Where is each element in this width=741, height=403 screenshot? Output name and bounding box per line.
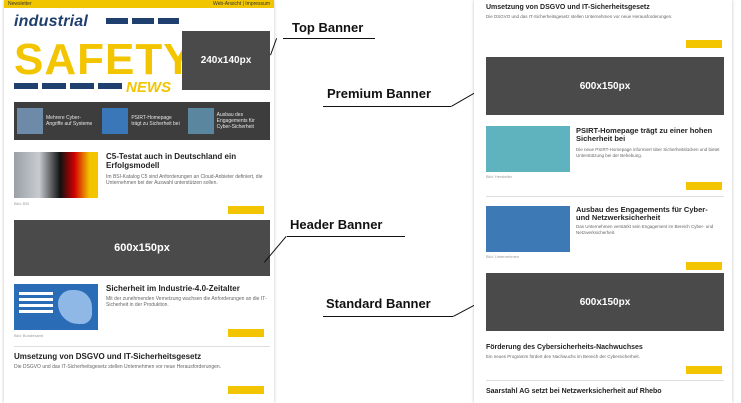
article-dsgvo: Umsetzung von DSGVO und IT-Sicherheitsge… bbox=[14, 352, 270, 400]
image-caption: Bild: Unternehmen bbox=[486, 254, 520, 259]
logo-stripe bbox=[98, 83, 122, 89]
logo-stripe bbox=[70, 83, 94, 89]
germany-map-icon bbox=[58, 290, 92, 324]
read-more-button[interactable] bbox=[686, 366, 722, 374]
logo-industrial: industrial bbox=[14, 13, 89, 30]
strip-thumbnail bbox=[102, 108, 129, 134]
article-body: Mit der zunehmenden Vernetzung wachsen d… bbox=[106, 296, 267, 308]
read-more-button[interactable] bbox=[228, 329, 264, 337]
label-top-banner: Top Banner bbox=[292, 20, 364, 35]
image-caption: Bild: BSI bbox=[14, 201, 30, 206]
newsletter-right: Umsetzung von DSGVO und IT-Sicherheitsge… bbox=[474, 0, 732, 403]
article-title[interactable]: PSIRT-Homepage trägt zu einer hohen Sich… bbox=[576, 127, 722, 143]
read-more-button[interactable] bbox=[686, 182, 722, 190]
callout-line bbox=[283, 38, 375, 39]
article-thumbnail[interactable] bbox=[14, 284, 98, 330]
image-caption: Bild: Hersteller bbox=[486, 174, 513, 179]
strip-item[interactable]: Mehrere Cyber-Angriffe auf Systeme bbox=[14, 102, 99, 140]
industrial-safety-logo: industrial SAFETY NEWS bbox=[14, 13, 193, 96]
image-caption: Bild: Bundesamt bbox=[14, 333, 44, 338]
divider bbox=[14, 346, 270, 347]
header-banner[interactable]: 600x150px bbox=[14, 220, 270, 276]
article-body: Im BSI-Katalog C5 sind Anforderungen an … bbox=[106, 174, 263, 186]
article-body: Die DSGVO und das IT-Sicherheitsgesetz s… bbox=[486, 14, 673, 19]
logo-safety: SAFETY bbox=[14, 35, 194, 84]
top-strip-right[interactable]: Web-Ansicht | Impressum bbox=[213, 0, 270, 8]
logo-stripe bbox=[42, 83, 66, 89]
article-strip: Mehrere Cyber-Angriffe auf Systeme PSIRT… bbox=[14, 102, 270, 140]
read-more-button[interactable] bbox=[228, 386, 264, 394]
label-standard-banner: Standard Banner bbox=[326, 296, 431, 311]
top-strip-left[interactable]: Newsletter bbox=[8, 0, 32, 8]
top-banner[interactable]: 240x140px bbox=[182, 31, 270, 90]
article-body: Die DSGVO und das IT-Sicherheitsgesetz s… bbox=[14, 364, 222, 370]
article-title[interactable]: C5-Testat auch in Deutschland ein Erfolg… bbox=[106, 152, 268, 170]
divider bbox=[486, 196, 724, 197]
article-body: Die neue PSIRT-Homepage informiert über … bbox=[576, 147, 720, 158]
thumbnail-text-lines bbox=[19, 292, 53, 295]
article-title[interactable]: Sicherheit im Industrie-4.0-Zeitalter bbox=[106, 284, 268, 293]
read-more-button[interactable] bbox=[686, 262, 722, 270]
divider bbox=[486, 380, 724, 381]
article-title[interactable]: Saarstahl AG setzt bei Netzwerksicherhei… bbox=[486, 388, 724, 395]
top-strip: Newsletter Web-Ansicht | Impressum bbox=[4, 0, 274, 8]
article-c5-testat: C5-Testat auch in Deutschland ein Erfolg… bbox=[14, 152, 270, 214]
newsletter-left: Newsletter Web-Ansicht | Impressum indus… bbox=[4, 0, 274, 403]
logo-news: NEWS bbox=[126, 79, 171, 96]
strip-item-label: Ausbau des Engagements für Cyber-Sicherh… bbox=[216, 112, 255, 130]
logo-stripe bbox=[14, 83, 38, 89]
logo-stripe bbox=[158, 18, 179, 24]
strip-thumbnail bbox=[17, 108, 43, 134]
read-more-button[interactable] bbox=[228, 206, 264, 214]
callout-line bbox=[323, 316, 453, 317]
article-title[interactable]: Umsetzung von DSGVO und IT-Sicherheitsge… bbox=[14, 352, 270, 361]
logo-stripe bbox=[132, 18, 154, 24]
label-premium-banner: Premium Banner bbox=[327, 86, 432, 101]
premium-banner[interactable]: 600x150px bbox=[486, 57, 724, 115]
callout-line bbox=[323, 106, 451, 107]
article-industrie-40: Sicherheit im Industrie-4.0-Zeitalter Mi… bbox=[14, 284, 270, 342]
article-thumbnail[interactable] bbox=[14, 152, 98, 198]
logo-stripe bbox=[106, 18, 128, 24]
strip-item-label: PSIRT-Homepage trägt zu Sicherheit bei bbox=[131, 115, 180, 127]
article-thumbnail[interactable] bbox=[486, 126, 570, 172]
label-header-banner: Header Banner bbox=[290, 217, 383, 232]
article-title[interactable]: Umsetzung von DSGVO und IT-Sicherheitsge… bbox=[486, 4, 724, 11]
article-body: Das Unternehmen verstärkt sein Engagemen… bbox=[576, 224, 714, 235]
strip-thumbnail bbox=[187, 108, 214, 134]
standard-banner[interactable]: 600x150px bbox=[486, 273, 724, 331]
article-body: Ein neues Programm fördert den Nachwuchs… bbox=[486, 354, 640, 359]
article-title[interactable]: Förderung des Cybersicherheits-Nachwuchs… bbox=[486, 344, 724, 351]
strip-item-label: Mehrere Cyber-Angriffe auf Systeme bbox=[46, 115, 93, 127]
callout-line bbox=[287, 236, 405, 237]
article-thumbnail[interactable] bbox=[486, 206, 570, 252]
article-title[interactable]: Ausbau des Engagements für Cyber- und Ne… bbox=[576, 206, 722, 222]
strip-item[interactable]: Ausbau des Engagements für Cyber-Sicherh… bbox=[185, 102, 270, 140]
strip-item[interactable]: PSIRT-Homepage trägt zu Sicherheit bei bbox=[99, 102, 184, 140]
read-more-button[interactable] bbox=[686, 40, 722, 48]
